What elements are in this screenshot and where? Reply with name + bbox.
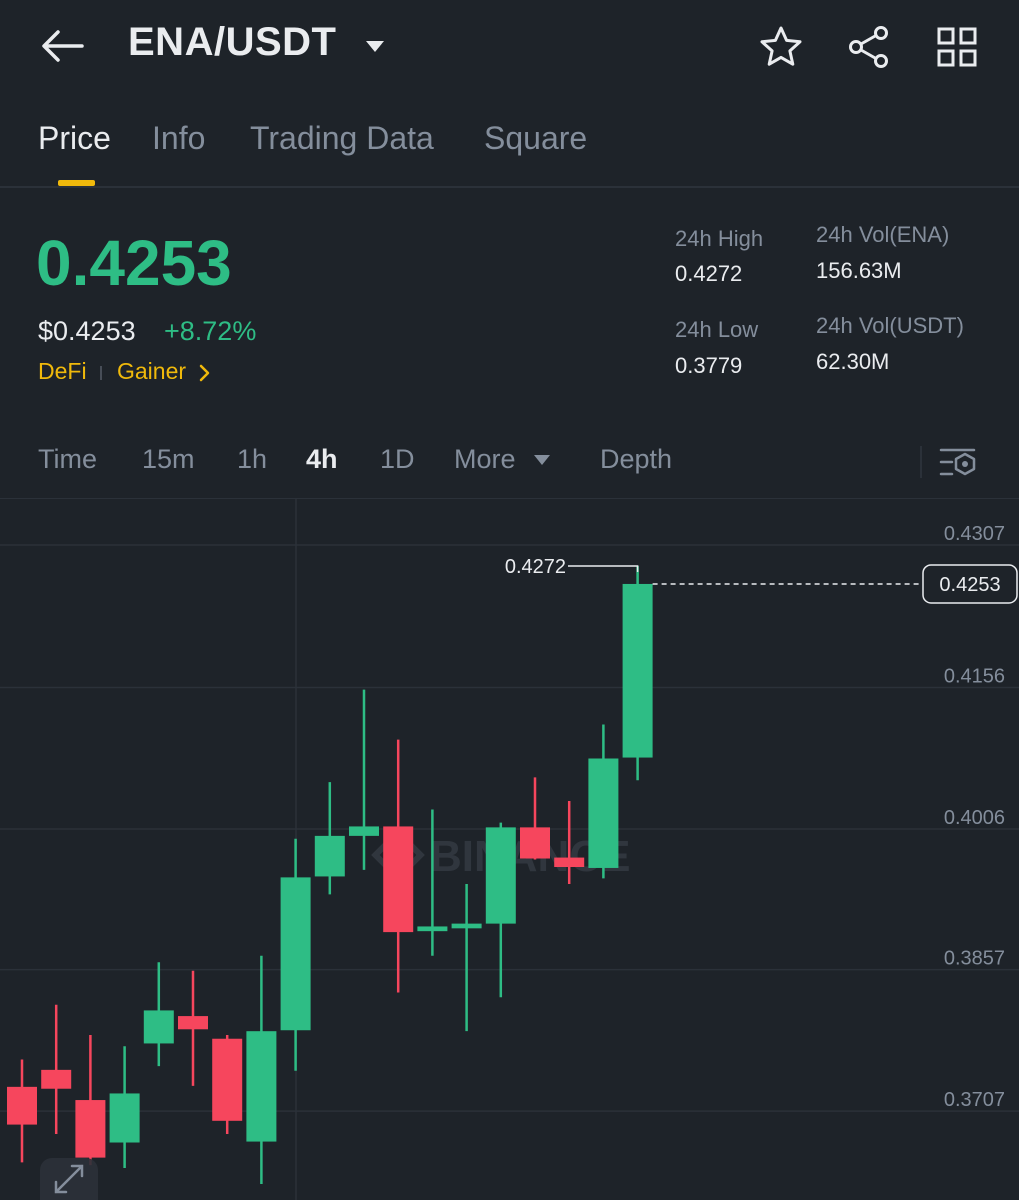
candle <box>143 962 174 1067</box>
expand-chart-button[interactable] <box>40 1158 98 1200</box>
stat-vol-quote-value: 62.30M <box>816 349 890 374</box>
tabs-divider <box>0 186 1019 188</box>
candle-body <box>349 826 379 836</box>
high-marker-label: 0.4272 <box>505 556 566 578</box>
candle-body <box>588 758 619 868</box>
price-change-percent: +8.72% <box>164 316 257 346</box>
interval-15m[interactable]: 15m <box>142 444 195 475</box>
pair-title[interactable]: ENA/USDT <box>128 20 336 65</box>
candle-body <box>554 857 585 868</box>
candle <box>520 777 550 860</box>
tab-price[interactable]: Price <box>38 120 111 157</box>
chevron-right-icon[interactable] <box>196 362 212 384</box>
candle <box>314 782 345 895</box>
usd-price: $0.4253 <box>38 316 136 346</box>
y-tick-label: 0.3857 <box>944 948 1005 970</box>
candle-body <box>314 835 345 877</box>
candle <box>7 1059 37 1163</box>
tab-info[interactable]: Info <box>152 120 205 157</box>
tab-trading-data[interactable]: Trading Data <box>250 120 434 157</box>
interval-time[interactable]: Time <box>38 444 97 475</box>
candle-body <box>417 926 448 932</box>
candle-body <box>143 1010 174 1044</box>
share-icon[interactable] <box>846 24 892 70</box>
stat-low-label: 24h Low <box>675 317 759 342</box>
stat-vol-quote-label: 24h Vol(USDT) <box>816 313 964 338</box>
candle <box>622 566 653 781</box>
candle-body <box>451 923 482 929</box>
candle <box>451 883 482 1032</box>
interval-1d[interactable]: 1D <box>380 444 415 475</box>
interval-more[interactable]: More <box>454 444 516 475</box>
high-marker-line <box>568 565 639 573</box>
candle-body <box>7 1086 37 1125</box>
candle <box>588 724 619 879</box>
candle-body <box>41 1069 72 1089</box>
candle-body <box>178 1016 208 1030</box>
candle-body <box>75 1100 106 1158</box>
candle <box>178 970 208 1086</box>
candle <box>212 1034 243 1135</box>
y-tick-label: 0.4307 <box>944 523 1005 545</box>
interval-bar-divider <box>920 446 922 478</box>
more-caret-icon[interactable] <box>533 454 551 466</box>
stat-high-label: 24h High <box>675 226 764 251</box>
candle <box>246 955 277 1185</box>
candle-body <box>109 1093 140 1143</box>
tab-square[interactable]: Square <box>484 120 587 157</box>
tag-gainer[interactable]: Gainer <box>117 358 186 385</box>
star-icon[interactable] <box>758 24 804 70</box>
interval-4h[interactable]: 4h <box>306 444 338 475</box>
stat-vol-base-label: 24h Vol(ENA) <box>816 222 950 247</box>
y-tick-label: 0.3707 <box>944 1089 1005 1111</box>
candle <box>383 739 414 993</box>
candle-body <box>280 877 311 1031</box>
candle-body <box>520 827 550 859</box>
y-tick-label: 0.4156 <box>944 665 1005 687</box>
candle <box>109 1046 140 1168</box>
y-tick-label: 0.4006 <box>944 807 1005 829</box>
stat-low-value: 0.3779 <box>675 353 743 378</box>
caret-down-icon[interactable] <box>364 38 386 54</box>
tag-defi[interactable]: DeFi <box>38 358 87 385</box>
candle <box>75 1034 106 1166</box>
last-price: 0.4253 <box>36 227 232 299</box>
last-price-tag-label: 0.4253 <box>939 574 1000 596</box>
stat-vol-base-value: 156.63M <box>816 258 902 283</box>
interval-depth[interactable]: Depth <box>600 444 672 475</box>
interval-1h[interactable]: 1h <box>237 444 267 475</box>
back-arrow-icon[interactable] <box>40 26 84 66</box>
candle-body <box>383 826 414 933</box>
chart-settings-icon[interactable] <box>938 444 980 480</box>
candlestick-chart[interactable]: 0.43070.41560.40060.38570.3707 BINANCE 0… <box>0 499 1019 1200</box>
grid-icon[interactable] <box>934 24 980 70</box>
candle-body <box>485 827 516 924</box>
stat-high-value: 0.4272 <box>675 261 743 286</box>
candle-body <box>622 583 653 758</box>
candle <box>485 822 516 998</box>
candle <box>349 689 379 870</box>
candle <box>280 838 311 1071</box>
candle <box>41 1004 72 1135</box>
chart-overlay: 0.4272 0.4253 <box>505 556 1018 604</box>
candle-body <box>246 1031 277 1142</box>
tag-separator <box>100 366 102 380</box>
candle-body <box>212 1038 243 1121</box>
